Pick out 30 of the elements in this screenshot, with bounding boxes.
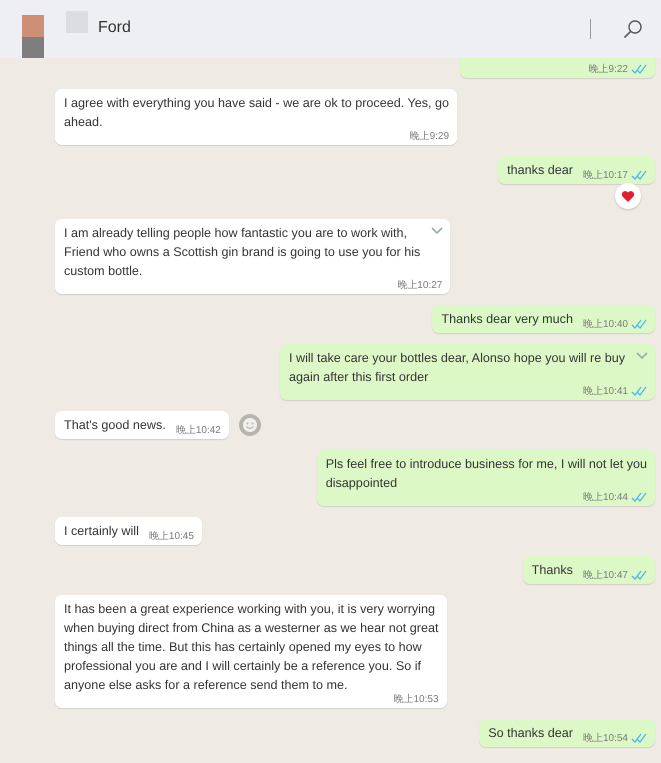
smiley-icon[interactable] — [238, 413, 262, 437]
message-text: Thanks dear very much — [441, 311, 573, 328]
message-time: 晚上10:27 — [397, 278, 442, 292]
message-text: thanks dear — [507, 162, 573, 179]
message-text: Thanks — [532, 562, 573, 579]
message-time: 晚上10:54 — [582, 732, 628, 745]
message-time: 晚上10:17 — [582, 168, 628, 182]
message-time: 晚上10:40 — [582, 318, 628, 331]
message-text: I am already telling people how fantastic you are to work with, Friend who owns a Scottish gin brand is going to use you for his custom bottle. — [64, 225, 420, 280]
message-time: 晚上9:29 — [410, 130, 450, 143]
message-text: That's good news. — [64, 417, 166, 434]
heart-reaction-icon[interactable] — [615, 183, 641, 209]
contact-name: Ford — [98, 19, 131, 37]
message-text: So thanks dear — [488, 725, 573, 742]
search-icon[interactable] — [623, 19, 643, 39]
message-time: 晚上10:47 — [582, 568, 628, 582]
message-text: I certainly will — [64, 523, 139, 540]
chevron-down-icon[interactable] — [430, 226, 444, 236]
message-time: 晚上10:44 — [582, 490, 628, 504]
message-time: 晚上9:22 — [588, 62, 628, 76]
message-time: 晚上10:45 — [148, 530, 194, 543]
message-text: It has been a great experience working with you, it is very worrying when buying direct from China as a westerner as we hear not great things all the time. But this has certainly opened my eyes to how professional you are and I will certainly be a reference you. So if anyone else asks for a reference send them to me. — [64, 601, 439, 694]
chevron-down-icon[interactable] — [635, 351, 649, 361]
message-text: I will take care your bottles dear, Alonso hope you will re buy again after this first order — [288, 350, 625, 386]
message-time: 晚上10:42 — [176, 424, 221, 437]
message-time: 晚上10:53 — [393, 692, 439, 706]
avatar[interactable] — [22, 15, 44, 58]
message-text: Pls feel free to introduce business for me, I will not let you disappointed — [326, 456, 647, 492]
message-time: 晚上10:41 — [582, 384, 628, 398]
message-text: I agree with everything you have said - we are ok to proceed. Yes, go ahead. — [64, 95, 450, 130]
